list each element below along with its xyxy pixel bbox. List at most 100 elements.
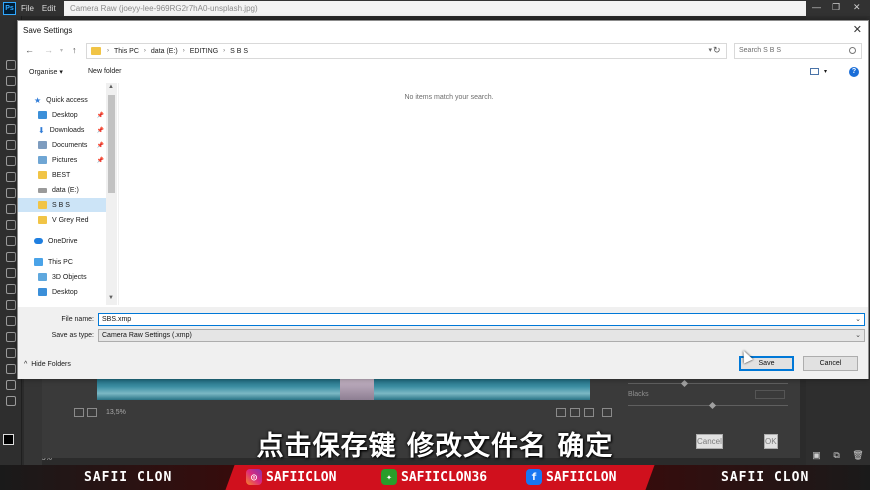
settings-icon[interactable]: [602, 408, 612, 417]
nav-data-e[interactable]: data (E:): [18, 183, 106, 197]
zoom-out-icon[interactable]: [74, 408, 84, 417]
move-tool-icon[interactable]: [6, 60, 16, 70]
file-list-pane[interactable]: No items match your search.: [118, 83, 866, 305]
chevron-right-icon: ›: [223, 48, 226, 54]
breadcrumb-editing[interactable]: EDITING: [190, 48, 218, 55]
search-input[interactable]: Search S B S: [734, 43, 862, 59]
pictures-icon: [38, 156, 47, 164]
chevron-right-icon: ›: [143, 48, 146, 54]
hand-tool-icon[interactable]: [6, 364, 16, 374]
clone-stamp-tool-icon[interactable]: [6, 204, 16, 214]
address-navbar: ← → ▾ ↑ › This PC › data (E:) › EDITING …: [18, 41, 868, 61]
canvas-zoom-bar: 13,5%: [70, 404, 618, 422]
zoom-in-icon[interactable]: [87, 408, 97, 417]
chevron-right-icon: ›: [107, 48, 109, 54]
minimize-icon[interactable]: —: [812, 2, 821, 12]
refresh-icon[interactable]: ↻: [713, 45, 721, 56]
organise-button[interactable]: Organise ▾: [29, 68, 63, 76]
nav-quick-access[interactable]: ★ Quick access: [18, 93, 106, 107]
eraser-tool-icon[interactable]: [6, 236, 16, 246]
menu-edit[interactable]: Edit: [42, 4, 56, 13]
nav-pictures[interactable]: Pictures 📌: [18, 153, 106, 167]
nav-sbs[interactable]: S B S: [18, 198, 106, 212]
scroll-up-icon[interactable]: ▲: [108, 84, 114, 90]
nav-desktop[interactable]: Desktop 📌: [18, 108, 106, 122]
address-bar[interactable]: › This PC › data (E:) › EDITING › S B S …: [86, 43, 727, 59]
folder-icon: [38, 171, 47, 179]
navigation-pane: ★ Quick access Desktop 📌 ⬇ Downloads 📌 D…: [18, 83, 118, 305]
nav-best[interactable]: BEST: [18, 168, 106, 182]
folder-icon: [91, 47, 101, 55]
chevron-down-icon[interactable]: ⌄: [855, 331, 861, 339]
crop-tool-icon[interactable]: [6, 124, 16, 134]
compare-icon[interactable]: [570, 408, 580, 417]
scrollbar-thumb[interactable]: [108, 95, 115, 193]
nav-downloads[interactable]: ⬇ Downloads 📌: [18, 123, 106, 137]
close-window-icon[interactable]: ✕: [853, 2, 861, 13]
nav-label: V Grey Red: [52, 216, 89, 224]
slider-track[interactable]: [628, 383, 788, 384]
blur-tool-icon[interactable]: [6, 268, 16, 278]
breadcrumb-sbs[interactable]: S B S: [230, 48, 248, 55]
zoom-tool-icon[interactable]: [6, 380, 16, 390]
more-tools-icon[interactable]: [6, 396, 16, 406]
nav-desktop-pc[interactable]: Desktop: [18, 285, 106, 299]
download-icon: ⬇: [38, 126, 45, 135]
view-chevron-icon[interactable]: ▾: [824, 68, 827, 75]
menu-file[interactable]: File: [21, 4, 34, 13]
address-dropdown-icon[interactable]: ▾: [708, 46, 712, 54]
path-select-tool-icon[interactable]: [6, 332, 16, 342]
help-icon[interactable]: ?: [849, 67, 859, 77]
frame-tool-icon[interactable]: [6, 140, 16, 150]
gradient-tool-icon[interactable]: [6, 252, 16, 262]
nav-label: Quick access: [46, 96, 88, 104]
save-type-select[interactable]: Camera Raw Settings (.xmp) ⌄: [98, 329, 865, 342]
file-name-input[interactable]: SBS.xmp ⌄: [98, 313, 865, 326]
before-after-icon[interactable]: [556, 408, 566, 417]
nav-scrollbar[interactable]: ▲ ▼: [106, 83, 117, 305]
blacks-value-field[interactable]: [755, 390, 785, 399]
new-folder-button[interactable]: New folder: [88, 68, 121, 75]
cancel-button[interactable]: Cancel: [803, 356, 858, 371]
eyedropper-tool-icon[interactable]: [6, 156, 16, 166]
type-tool-icon[interactable]: [6, 316, 16, 326]
file-name-label: File name:: [61, 316, 94, 323]
documents-icon: [38, 141, 47, 149]
slider-knob[interactable]: [680, 379, 689, 388]
canvas-zoom-value[interactable]: 13,5%: [106, 409, 126, 416]
nav-this-pc[interactable]: This PC: [18, 255, 106, 269]
rectangle-tool-icon[interactable]: [6, 348, 16, 358]
breadcrumb-this-pc[interactable]: This PC: [114, 48, 139, 55]
marquee-tool-icon[interactable]: [6, 76, 16, 86]
healing-tool-icon[interactable]: [6, 172, 16, 182]
breadcrumb-data-e[interactable]: data (E:): [151, 48, 178, 55]
lasso-tool-icon[interactable]: [6, 92, 16, 102]
nav-3d-objects[interactable]: 3D Objects: [18, 270, 106, 284]
nav-onedrive[interactable]: OneDrive: [18, 234, 106, 248]
nav-label: Desktop: [52, 111, 78, 119]
chevron-right-icon: ›: [182, 48, 185, 54]
nav-documents[interactable]: Documents 📌: [18, 138, 106, 152]
up-arrow-icon[interactable]: ↑: [72, 45, 77, 55]
scroll-down-icon[interactable]: ▼: [108, 295, 114, 301]
blacks-slider-knob[interactable]: [708, 401, 717, 410]
desktop-icon: [38, 288, 47, 296]
nav-label: OneDrive: [48, 237, 78, 245]
back-arrow-icon[interactable]: ←: [25, 45, 34, 55]
folder-icon: [38, 216, 47, 224]
close-icon[interactable]: ✕: [853, 23, 862, 36]
pin-icon: 📌: [96, 142, 104, 149]
history-brush-tool-icon[interactable]: [6, 220, 16, 230]
dodge-tool-icon[interactable]: [6, 284, 16, 294]
swap-icon[interactable]: [584, 408, 594, 417]
forward-arrow-icon[interactable]: →: [44, 45, 53, 55]
nav-v-grey-red[interactable]: V Grey Red: [18, 213, 106, 227]
pen-tool-icon[interactable]: [6, 300, 16, 310]
quick-select-tool-icon[interactable]: [6, 108, 16, 118]
brush-tool-icon[interactable]: [6, 188, 16, 198]
hide-folders-toggle[interactable]: ^ Hide Folders: [24, 361, 71, 368]
recent-chevron-icon[interactable]: ▾: [60, 47, 63, 54]
view-options-icon[interactable]: [810, 68, 819, 75]
chevron-down-icon[interactable]: ⌄: [855, 315, 861, 323]
maximize-icon[interactable]: ❐: [832, 2, 840, 13]
